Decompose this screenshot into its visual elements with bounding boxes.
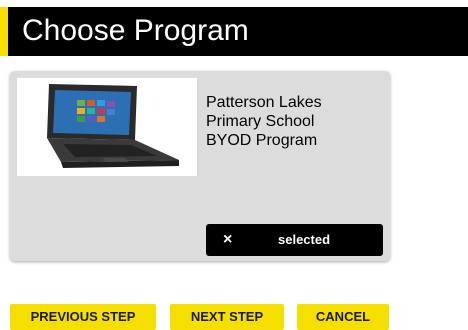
- cancel-button[interactable]: CANCEL: [297, 304, 389, 330]
- page-title: Choose Program: [22, 14, 249, 47]
- laptop-image: [17, 78, 197, 176]
- program-card[interactable]: Patterson Lakes Primary School BYOD Prog…: [10, 71, 390, 261]
- page-header: Choose Program: [0, 7, 468, 56]
- program-name-line: BYOD Program: [206, 132, 318, 149]
- selected-toggle[interactable]: × selected: [206, 224, 383, 256]
- program-name-line: Patterson Lakes: [206, 94, 322, 111]
- laptop-icon: [47, 84, 179, 168]
- close-icon[interactable]: ×: [223, 231, 232, 249]
- program-name: Patterson Lakes Primary School BYOD Prog…: [206, 93, 382, 150]
- header-accent-bar: [0, 7, 8, 56]
- program-name-line: Primary School: [206, 113, 315, 130]
- next-step-button[interactable]: NEXT STEP: [170, 304, 284, 330]
- previous-step-button[interactable]: PREVIOUS STEP: [10, 304, 156, 330]
- selected-status-label: selected: [278, 232, 331, 247]
